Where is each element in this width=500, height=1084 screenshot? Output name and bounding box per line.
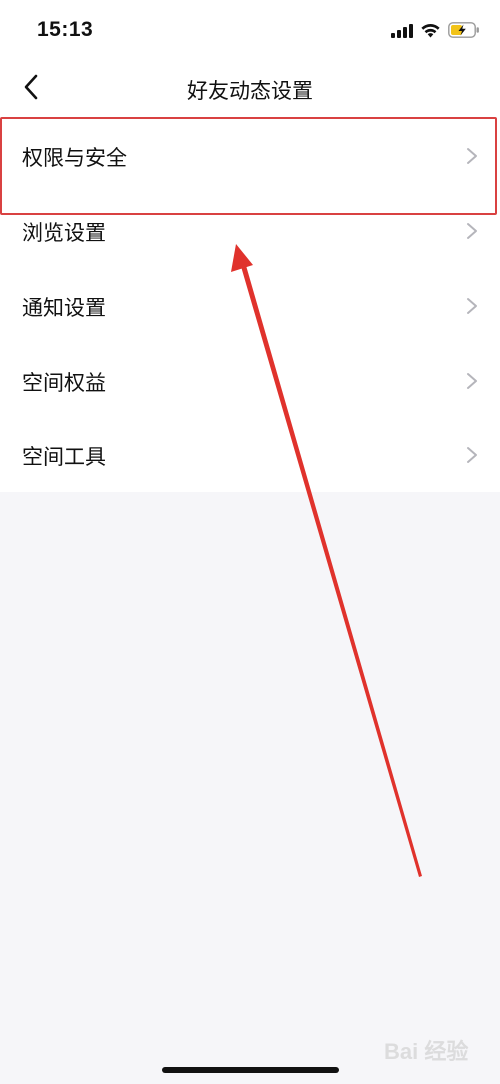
list-item-label: 浏览设置	[22, 221, 106, 245]
home-indicator	[162, 1067, 339, 1073]
list-item-browsing-settings[interactable]: 浏览设置	[0, 193, 500, 268]
wifi-icon	[420, 23, 441, 42]
page-title: 好友动态设置	[187, 79, 313, 103]
nav-bar: 好友动态设置	[0, 62, 500, 116]
chevron-right-icon	[466, 372, 478, 390]
chevron-right-icon	[466, 297, 478, 315]
status-time: 15:13	[37, 18, 94, 41]
watermark-text: Bai 经验	[384, 1039, 469, 1064]
list-item-notification-settings[interactable]: 通知设置	[0, 268, 500, 343]
list-item-space-benefits[interactable]: 空间权益	[0, 343, 500, 418]
list-item-label: 通知设置	[22, 296, 106, 320]
status-icons	[384, 22, 480, 42]
screen: 15:13 好友动态设置 权限与安全 浏览设置 通知设置 空间权益 空间工具 B…	[0, 0, 500, 1084]
cellular-signal-icon	[391, 23, 413, 42]
chevron-right-icon	[466, 446, 478, 464]
list-item-label: 空间工具	[22, 445, 106, 469]
settings-list: 权限与安全 浏览设置 通知设置 空间权益 空间工具	[0, 116, 500, 492]
list-item-label: 空间权益	[22, 371, 106, 395]
list-item-label: 权限与安全	[22, 146, 127, 170]
battery-charging-icon	[448, 22, 480, 42]
list-item-space-tools[interactable]: 空间工具	[0, 417, 500, 492]
chevron-right-icon	[466, 222, 478, 240]
chevron-right-icon	[466, 147, 478, 165]
list-item-permissions-security[interactable]: 权限与安全	[0, 118, 500, 193]
watermark-logo: Bai 经验	[384, 1030, 494, 1064]
status-bar: 15:13	[0, 0, 500, 62]
